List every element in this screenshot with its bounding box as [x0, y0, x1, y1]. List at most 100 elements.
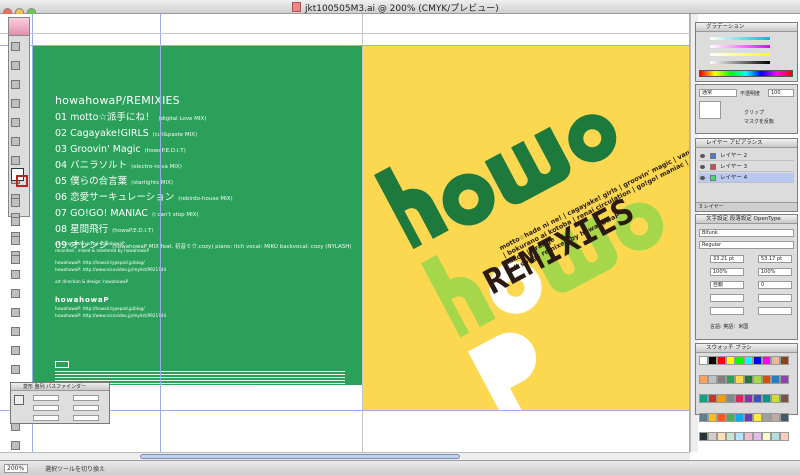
font-style-select[interactable]: Regular: [699, 241, 794, 249]
swatch[interactable]: [780, 413, 789, 422]
eye-icon[interactable]: [700, 165, 705, 169]
horizontal-scale-field[interactable]: 100%: [710, 268, 744, 276]
swatch[interactable]: [717, 356, 726, 365]
height-field[interactable]: [73, 405, 99, 411]
color-mode-icon[interactable]: [11, 198, 20, 207]
free-transform-tool-icon[interactable]: [11, 289, 20, 298]
zoom-level-field[interactable]: 200%: [4, 464, 28, 473]
opacity-field[interactable]: 100: [768, 89, 794, 97]
swatch[interactable]: [708, 375, 717, 384]
kerning-field[interactable]: 0: [758, 281, 792, 289]
font-family-select[interactable]: Blfunk: [699, 229, 794, 237]
swatch[interactable]: [771, 432, 780, 441]
swatch[interactable]: [780, 356, 789, 365]
eye-icon[interactable]: [700, 176, 705, 180]
swatch[interactable]: [699, 356, 708, 365]
swatch[interactable]: [753, 413, 762, 422]
character-panel-tabs[interactable]: 文字設定 段落設定 OpenType: [696, 215, 797, 224]
swatch[interactable]: [699, 413, 708, 422]
leading-field[interactable]: 53.17 pt: [758, 255, 792, 263]
swatch[interactable]: [708, 413, 717, 422]
layer-row[interactable]: レイヤー 2: [698, 151, 794, 161]
color-spectrum[interactable]: [699, 70, 793, 77]
swatch[interactable]: [699, 432, 708, 441]
yellow-slider[interactable]: [710, 53, 770, 56]
swatch[interactable]: [708, 432, 717, 441]
layer-row[interactable]: レイヤー 4: [698, 173, 794, 183]
swatch[interactable]: [744, 432, 753, 441]
graph-tool-icon[interactable]: [11, 327, 20, 336]
aki-left-field[interactable]: [710, 307, 744, 315]
vertical-scale-field[interactable]: 100%: [758, 268, 792, 276]
swatch[interactable]: [726, 356, 735, 365]
swatch[interactable]: [726, 394, 735, 403]
type-tool-icon[interactable]: [11, 137, 20, 146]
transform-panel-tabs[interactable]: 変形 整列 パスファインダー: [11, 383, 109, 391]
swatch[interactable]: [708, 394, 717, 403]
swatch[interactable]: [771, 356, 780, 365]
gradient-mode-icon[interactable]: [11, 217, 20, 226]
swatch[interactable]: [753, 432, 762, 441]
rotate-field[interactable]: [33, 415, 59, 421]
swatch[interactable]: [717, 413, 726, 422]
cyan-slider[interactable]: [710, 37, 770, 40]
swatch[interactable]: [717, 394, 726, 403]
swatch[interactable]: [762, 375, 771, 384]
guide-vertical[interactable]: [160, 14, 161, 452]
aki-right-field[interactable]: [758, 307, 792, 315]
magic-wand-tool-icon[interactable]: [11, 80, 20, 89]
guide-horizontal[interactable]: [0, 45, 690, 46]
swatch[interactable]: [762, 356, 771, 365]
x-field[interactable]: [33, 395, 59, 401]
hand-tool-icon[interactable]: [11, 441, 20, 450]
mesh-tool-icon[interactable]: [11, 346, 20, 355]
warp-tool-icon[interactable]: [11, 270, 20, 279]
swatch[interactable]: [735, 375, 744, 384]
swatch[interactable]: [762, 394, 771, 403]
swatch[interactable]: [753, 375, 762, 384]
swatch[interactable]: [780, 394, 789, 403]
symbol-tool-icon[interactable]: [11, 308, 20, 317]
lasso-tool-icon[interactable]: [11, 99, 20, 108]
swatch[interactable]: [744, 413, 753, 422]
gradient-panel-title[interactable]: グラデーション: [696, 23, 797, 32]
clip-label[interactable]: クリップ: [744, 109, 764, 116]
swatch[interactable]: [762, 413, 771, 422]
swatch[interactable]: [735, 432, 744, 441]
layers-panel-tabs[interactable]: レイヤー アピアランス: [696, 139, 797, 148]
swatch[interactable]: [744, 356, 753, 365]
tracking-field[interactable]: 自動: [710, 281, 744, 289]
invert-mask-label[interactable]: マスクを反転: [744, 118, 774, 125]
language-setting[interactable]: 言語: 英語：米国: [710, 323, 748, 330]
magenta-slider[interactable]: [710, 45, 770, 48]
swatch[interactable]: [717, 432, 726, 441]
swatch[interactable]: [735, 413, 744, 422]
pen-tool-icon[interactable]: [11, 118, 20, 127]
direct-selection-tool-icon[interactable]: [11, 61, 20, 70]
reference-point-icon[interactable]: [14, 395, 24, 405]
blend-mode-select[interactable]: 通常: [699, 89, 737, 97]
swatch[interactable]: [717, 375, 726, 384]
swatch[interactable]: [762, 432, 771, 441]
swatch[interactable]: [744, 394, 753, 403]
shear-field[interactable]: [73, 415, 99, 421]
baseline-shift-field[interactable]: [710, 294, 744, 302]
swatch[interactable]: [753, 394, 762, 403]
guide-horizontal[interactable]: [0, 33, 690, 34]
width-field[interactable]: [73, 395, 99, 401]
swatch[interactable]: [771, 413, 780, 422]
swatches-panel-tabs[interactable]: スウォッチ ブラシ: [696, 344, 797, 353]
swatch[interactable]: [735, 356, 744, 365]
y-field[interactable]: [33, 405, 59, 411]
eye-icon[interactable]: [700, 154, 705, 158]
guide-vertical[interactable]: [362, 14, 363, 452]
line-tool-icon[interactable]: [11, 156, 20, 165]
swatch[interactable]: [744, 375, 753, 384]
swatch[interactable]: [726, 413, 735, 422]
swatch[interactable]: [780, 432, 789, 441]
screen-mode-icon[interactable]: [11, 236, 20, 245]
swatch[interactable]: [699, 375, 708, 384]
swatch[interactable]: [771, 375, 780, 384]
gradient-tool-icon[interactable]: [11, 365, 20, 374]
swatch[interactable]: [780, 375, 789, 384]
